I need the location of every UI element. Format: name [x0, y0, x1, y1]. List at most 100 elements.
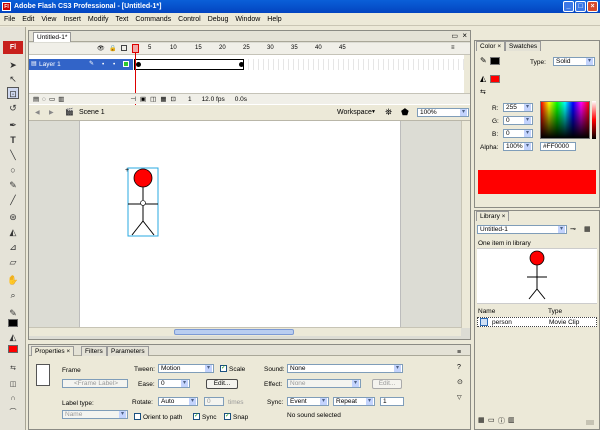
add-guide-icon[interactable]: ◌ — [42, 96, 46, 103]
menu-insert[interactable]: Insert — [63, 16, 81, 23]
r-input[interactable]: 255 — [503, 103, 533, 112]
subselection-tool-icon[interactable]: ↖ — [7, 73, 19, 85]
menu-text[interactable]: Text — [116, 16, 129, 23]
fill-swatch[interactable] — [8, 345, 18, 353]
layer-visible-dot[interactable]: • — [102, 59, 104, 70]
ease-input[interactable]: 0 — [158, 379, 190, 388]
new-folder-icon[interactable]: ▭ — [488, 416, 495, 424]
back-arrow-icon[interactable]: ◀ — [35, 109, 40, 116]
swap-colors-icon[interactable]: ⇆ — [7, 363, 19, 375]
stage-vscroll[interactable] — [461, 121, 470, 328]
rotate-select[interactable]: Auto — [158, 397, 198, 406]
tween-select[interactable]: Motion — [158, 364, 214, 373]
layer-outline-swatch[interactable] — [123, 61, 129, 67]
keyframe-start[interactable] — [136, 62, 141, 67]
onion-skin-icon[interactable]: ▣ — [140, 95, 146, 103]
stroke-color-icon[interactable]: ✎ — [7, 307, 19, 319]
pen-tool-icon[interactable]: ✒ — [7, 119, 19, 131]
close-icon[interactable]: × — [587, 1, 598, 12]
snap-checkbox[interactable]: ✓ — [224, 413, 231, 420]
label-type-select[interactable]: Name — [62, 410, 128, 419]
color-spectrum[interactable] — [540, 101, 590, 139]
edit-ease-button[interactable]: Edit... — [206, 379, 238, 389]
tab-parameters[interactable]: Parameters — [107, 346, 149, 356]
b-input[interactable]: 0 — [503, 129, 533, 138]
tab-filters[interactable]: Filters — [81, 346, 107, 356]
maximize-icon[interactable]: □ — [575, 1, 586, 12]
new-library-icon[interactable]: ▦ — [584, 225, 591, 233]
text-tool-icon[interactable]: T — [7, 134, 19, 146]
brightness-slider[interactable] — [592, 101, 596, 139]
fill-color-icon[interactable]: ◭ — [7, 331, 19, 343]
delete-layer-icon[interactable]: ▥ — [58, 95, 64, 103]
frame-label-input[interactable]: <Frame Label> — [62, 379, 128, 388]
object-drawing-icon[interactable]: ◫ — [7, 379, 19, 391]
stick-figure[interactable]: + — [80, 121, 402, 327]
hex-input[interactable]: #FF0000 — [540, 142, 576, 151]
doc-close-icon[interactable]: × — [462, 31, 467, 40]
layer-row[interactable]: ▤ Layer 1 ✎ • • — [29, 59, 133, 70]
paint-bucket-icon[interactable]: ◭ — [7, 226, 19, 238]
delete-icon[interactable]: ▥ — [508, 416, 515, 424]
new-symbol-icon[interactable]: ▦ — [478, 416, 485, 424]
effect-edit-button[interactable]: Edit... — [372, 379, 402, 389]
rotate-times-input[interactable]: 0 — [204, 397, 224, 406]
frame-span[interactable] — [134, 59, 244, 70]
add-layer-icon[interactable]: ▤ — [33, 95, 39, 103]
restore-icon[interactable]: ▭ — [451, 32, 458, 40]
playhead-handle[interactable] — [132, 44, 139, 53]
repeat-count-input[interactable]: 1 — [380, 397, 404, 406]
menu-debug[interactable]: Debug — [208, 16, 229, 23]
lock-icon[interactable]: 🔒 — [109, 45, 116, 52]
fill-bucket-icon[interactable]: ◭ — [480, 74, 486, 83]
library-document-select[interactable]: Untitled-1 — [477, 225, 567, 234]
fill-color-swatch[interactable] — [490, 75, 500, 83]
snap-magnet-icon[interactable]: ∩ — [7, 393, 19, 405]
eyedropper-icon[interactable]: ⊿ — [7, 241, 19, 253]
props-menu-icon[interactable]: ≡ — [457, 349, 461, 356]
menu-commands[interactable]: Commands — [135, 16, 171, 23]
stroke-swatch[interactable] — [8, 319, 18, 327]
collapse-icon[interactable]: ▽ — [457, 394, 462, 401]
workspace-button[interactable]: Workspace — [337, 109, 372, 116]
repeat-select[interactable]: Repeat — [333, 397, 375, 406]
menu-view[interactable]: View — [41, 16, 56, 23]
library-row[interactable]: person Movie Clip — [477, 317, 597, 327]
scale-checkbox[interactable]: ✓ — [220, 365, 227, 372]
swap-icon[interactable]: ⇆ — [480, 88, 486, 96]
stage-hscroll[interactable] — [29, 327, 461, 336]
edit-symbols-icon[interactable]: ⬟ — [401, 107, 409, 118]
timeline-vscroll[interactable] — [464, 55, 470, 93]
scene-name[interactable]: Scene 1 — [79, 109, 105, 116]
zoom-select[interactable]: 100% — [417, 108, 469, 117]
line-tool-icon[interactable]: ╲ — [7, 149, 19, 161]
library-scroll[interactable] — [586, 420, 594, 425]
tab-untitled-1[interactable]: Untitled-1* — [33, 32, 72, 42]
eraser-tool-icon[interactable]: ▱ — [7, 256, 19, 268]
properties-icon[interactable]: ⓘ — [498, 416, 505, 426]
timeline-menu-icon[interactable]: ≡ — [451, 45, 455, 51]
tab-color[interactable]: Color × — [476, 41, 506, 51]
menu-edit[interactable]: Edit — [22, 16, 34, 23]
hand-tool-icon[interactable]: ✋ — [7, 274, 19, 286]
selection-tool-icon[interactable]: ➤ — [7, 59, 19, 71]
pencil-tool-icon[interactable]: ✎ — [7, 179, 19, 191]
edit-multiple-icon[interactable]: ▦ — [160, 95, 166, 103]
ink-bottle-icon[interactable]: ⊛ — [7, 211, 19, 223]
effect-select[interactable]: None — [287, 379, 361, 388]
stroke-color-swatch[interactable] — [490, 57, 500, 65]
hscroll-thumb[interactable] — [174, 329, 294, 335]
tab-swatches[interactable]: Swatches — [505, 41, 542, 51]
help-icon[interactable]: ? — [457, 364, 461, 371]
accessibility-icon[interactable]: ⊙ — [457, 378, 463, 386]
onion-markers-icon[interactable]: ⊡ — [170, 95, 175, 103]
minimize-icon[interactable]: _ — [563, 1, 574, 12]
sync-checkbox[interactable]: ✓ — [193, 413, 200, 420]
keyframe-end[interactable] — [239, 62, 244, 67]
pin-icon[interactable]: ⊸ — [570, 225, 576, 233]
add-folder-icon[interactable]: ▭ — [49, 95, 55, 103]
brush-tool-icon[interactable]: ╱ — [7, 194, 19, 206]
show-hide-icon[interactable]: 👁 — [97, 45, 105, 52]
menu-modify[interactable]: Modify — [88, 16, 109, 23]
frames-row[interactable] — [134, 59, 470, 70]
